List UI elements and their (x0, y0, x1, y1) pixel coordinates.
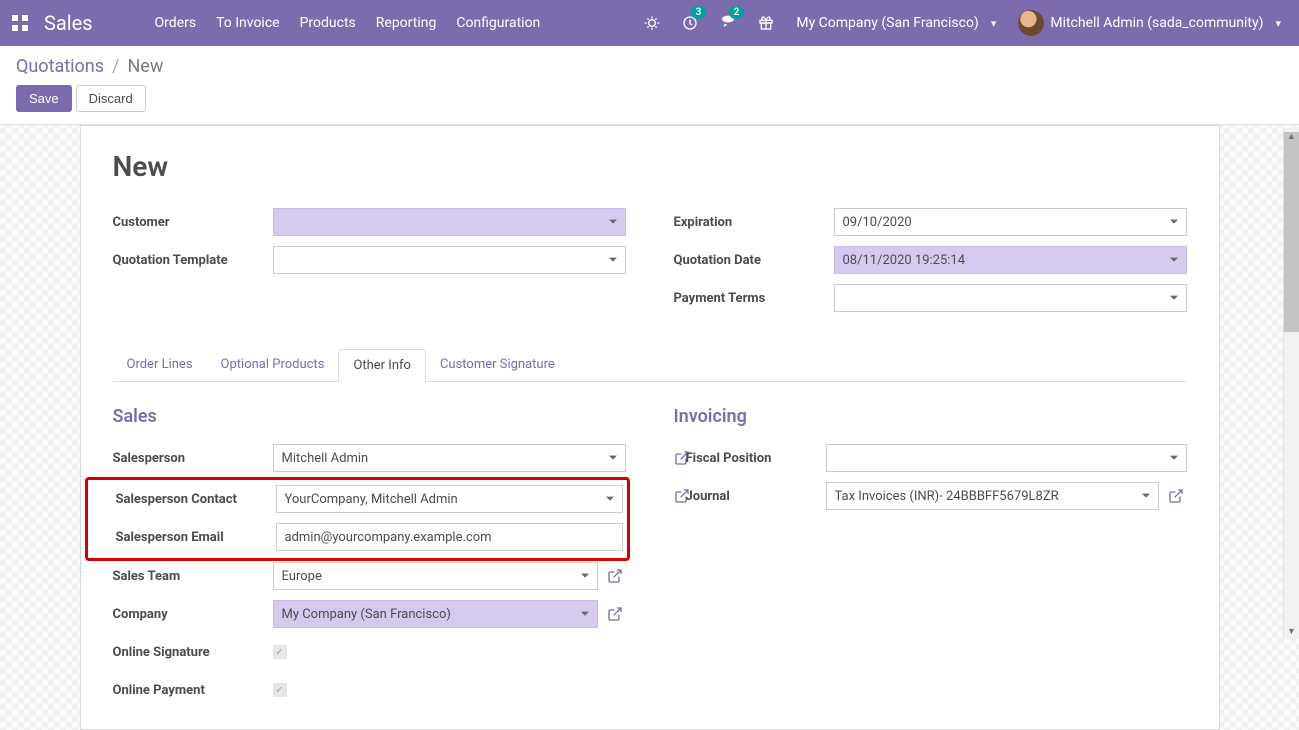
messages-badge: 2 (729, 6, 745, 19)
external-link-icon[interactable] (1165, 485, 1187, 507)
tab-customer-signature[interactable]: Customer Signature (426, 349, 569, 381)
page-title: New (113, 150, 1187, 183)
user-menu[interactable]: Mitchell Admin (sada_community) (1008, 0, 1291, 46)
main-menu: Orders To Invoice Products Reporting Con… (145, 0, 551, 46)
salesperson-contact-label: Salesperson Contact (116, 492, 276, 507)
scroll-down-icon[interactable]: ▼ (1284, 623, 1299, 639)
menu-orders[interactable]: Orders (145, 0, 207, 46)
messages-icon[interactable]: 2 (710, 0, 746, 46)
expiration-label: Expiration (674, 215, 834, 230)
quotation-template-field[interactable] (273, 246, 626, 274)
user-name: Mitchell Admin (sada_community) (1050, 15, 1263, 31)
online-payment-label: Online Payment (113, 683, 273, 698)
breadcrumb-parent[interactable]: Quotations (16, 56, 104, 77)
debug-icon[interactable] (634, 0, 670, 46)
scrollbar-thumb[interactable] (1284, 132, 1299, 332)
activities-badge: 3 (691, 6, 707, 19)
payment-terms-field[interactable] (834, 284, 1187, 312)
tab-other-info[interactable]: Other Info (338, 349, 426, 382)
salesperson-email-label: Salesperson Email (116, 530, 276, 545)
company-name: My Company (San Francisco) (796, 15, 978, 31)
tab-order-lines[interactable]: Order Lines (113, 349, 207, 381)
online-signature-checkbox[interactable]: ✓ (273, 645, 287, 659)
avatar (1018, 10, 1044, 36)
external-link-icon[interactable] (604, 565, 626, 587)
payment-terms-label: Payment Terms (674, 291, 834, 306)
activities-icon[interactable]: 3 (672, 0, 708, 46)
salesperson-contact-field[interactable]: YourCompany, Mitchell Admin (276, 485, 623, 513)
tabs: Order Lines Optional Products Other Info… (113, 349, 1187, 382)
company-label: Company (113, 607, 273, 622)
breadcrumb-sep: / (112, 56, 119, 77)
journal-field[interactable]: Tax Invoices (INR)- 24BBBFF5679L8ZR (826, 482, 1159, 510)
salesperson-label: Salesperson (113, 451, 273, 466)
form-sheet: New Customer Quotation Template (80, 125, 1220, 730)
invoicing-section-title: Invoicing (674, 406, 1187, 427)
discard-button[interactable]: Discard (76, 85, 146, 112)
customer-label: Customer (113, 215, 273, 230)
navbar: Sales Orders To Invoice Products Reporti… (0, 0, 1299, 46)
company-field[interactable]: My Company (San Francisco) (273, 600, 598, 628)
menu-to-invoice[interactable]: To Invoice (206, 0, 290, 46)
online-payment-checkbox[interactable]: ✓ (273, 683, 287, 697)
sales-team-field[interactable]: Europe (273, 562, 598, 590)
menu-configuration[interactable]: Configuration (446, 0, 550, 46)
breadcrumb-current: New (127, 56, 163, 77)
quotation-date-label: Quotation Date (674, 253, 834, 268)
breadcrumb: Quotations / New (16, 56, 1283, 77)
save-button[interactable]: Save (16, 85, 72, 112)
salesperson-field[interactable]: Mitchell Admin (273, 444, 626, 472)
fiscal-position-field[interactable] (826, 444, 1187, 472)
apps-icon[interactable] (0, 0, 40, 46)
quotation-template-label: Quotation Template (113, 253, 273, 268)
fiscal-position-label: Fiscal Position (686, 451, 826, 466)
external-link-icon[interactable] (604, 603, 626, 625)
app-brand[interactable]: Sales (44, 11, 93, 35)
tab-optional-products[interactable]: Optional Products (207, 349, 339, 381)
expiration-field[interactable]: 09/10/2020 (834, 208, 1187, 236)
journal-label: Journal (686, 489, 826, 504)
menu-reporting[interactable]: Reporting (366, 0, 447, 46)
highlight-box: Salesperson Contact YourCompany, Mitchel… (85, 477, 630, 561)
online-signature-label: Online Signature (113, 645, 273, 660)
nav-right: 3 2 My Company (San Francisco) Mitchell … (634, 0, 1291, 46)
company-selector[interactable]: My Company (San Francisco) (786, 0, 1006, 46)
menu-products[interactable]: Products (290, 0, 366, 46)
quotation-date-field[interactable]: 08/11/2020 19:25:14 (834, 246, 1187, 274)
sales-team-label: Sales Team (113, 569, 273, 584)
scroll-up-icon[interactable]: ▲ (1284, 128, 1299, 144)
salesperson-email-field[interactable]: admin@yourcompany.example.com (276, 523, 623, 551)
customer-field[interactable] (273, 208, 626, 236)
scrollbar[interactable]: ▲ ▼ (1283, 128, 1299, 639)
control-panel: Quotations / New Save Discard (0, 46, 1299, 125)
sales-section-title: Sales (113, 406, 626, 427)
gift-icon[interactable] (748, 0, 784, 46)
